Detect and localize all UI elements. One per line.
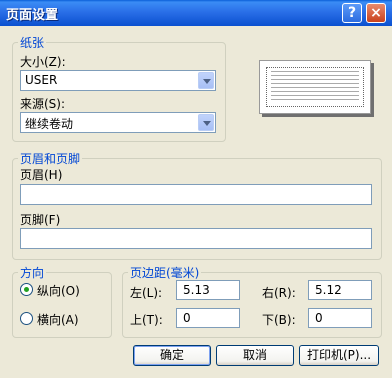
margin-bottom-input[interactable]: 0: [308, 308, 372, 328]
footer-label: 页脚(F): [20, 213, 61, 227]
portrait-label[interactable]: 纵向(O): [37, 282, 80, 299]
footer-input[interactable]: [20, 228, 372, 249]
paper-source-value: 继续卷动: [25, 117, 74, 131]
orientation-group-title: 方向: [18, 264, 47, 281]
preview-margin-box: [266, 67, 364, 107]
landscape-radio[interactable]: [20, 312, 33, 325]
chevron-down-icon[interactable]: [198, 114, 214, 131]
margin-right-input[interactable]: 5.12: [308, 280, 372, 300]
paper-size-select[interactable]: USER: [20, 70, 216, 91]
paper-group-title: 纸张: [18, 34, 47, 51]
header-label: 页眉(H): [20, 168, 63, 182]
landscape-label[interactable]: 横向(A): [37, 311, 79, 328]
preview-line: [271, 75, 359, 76]
paper-size-value: USER: [25, 73, 58, 87]
margin-top-input[interactable]: 0: [176, 308, 240, 328]
margin-left-input[interactable]: 5.13: [176, 280, 240, 300]
header-footer-group-title: 页眉和页脚: [18, 150, 83, 167]
cancel-button[interactable]: 取消: [216, 345, 294, 366]
chevron-down-icon[interactable]: [198, 72, 214, 89]
preview-line: [271, 99, 359, 100]
margin-left-label: 左(L):: [130, 286, 163, 300]
preview-line: [271, 91, 359, 92]
ok-button[interactable]: 确定: [133, 345, 211, 366]
preview-line: [271, 87, 359, 88]
window-title: 页面设置: [6, 8, 59, 23]
header-input[interactable]: [20, 184, 372, 205]
preview-line: [271, 95, 359, 96]
margins-group-title: 页边距(毫米): [128, 264, 202, 281]
preview-line: [271, 79, 359, 80]
help-button[interactable]: ?: [342, 3, 362, 23]
margin-right-label: 右(R):: [262, 286, 296, 300]
paper-size-label: 大小(Z):: [20, 55, 66, 69]
title-bar[interactable]: 页面设置 ? ×: [0, 0, 392, 26]
page-preview: [259, 60, 371, 114]
close-button[interactable]: ×: [366, 3, 386, 23]
portrait-radio[interactable]: [20, 283, 33, 296]
paper-source-label: 来源(S):: [20, 97, 66, 111]
paper-source-select[interactable]: 继续卷动: [20, 112, 216, 133]
preview-line: [271, 83, 359, 84]
margin-top-label: 上(T):: [130, 313, 163, 327]
margin-bottom-label: 下(B):: [262, 313, 296, 327]
preview-line: [271, 71, 359, 72]
printer-button[interactable]: 打印机(P)...: [299, 345, 379, 366]
